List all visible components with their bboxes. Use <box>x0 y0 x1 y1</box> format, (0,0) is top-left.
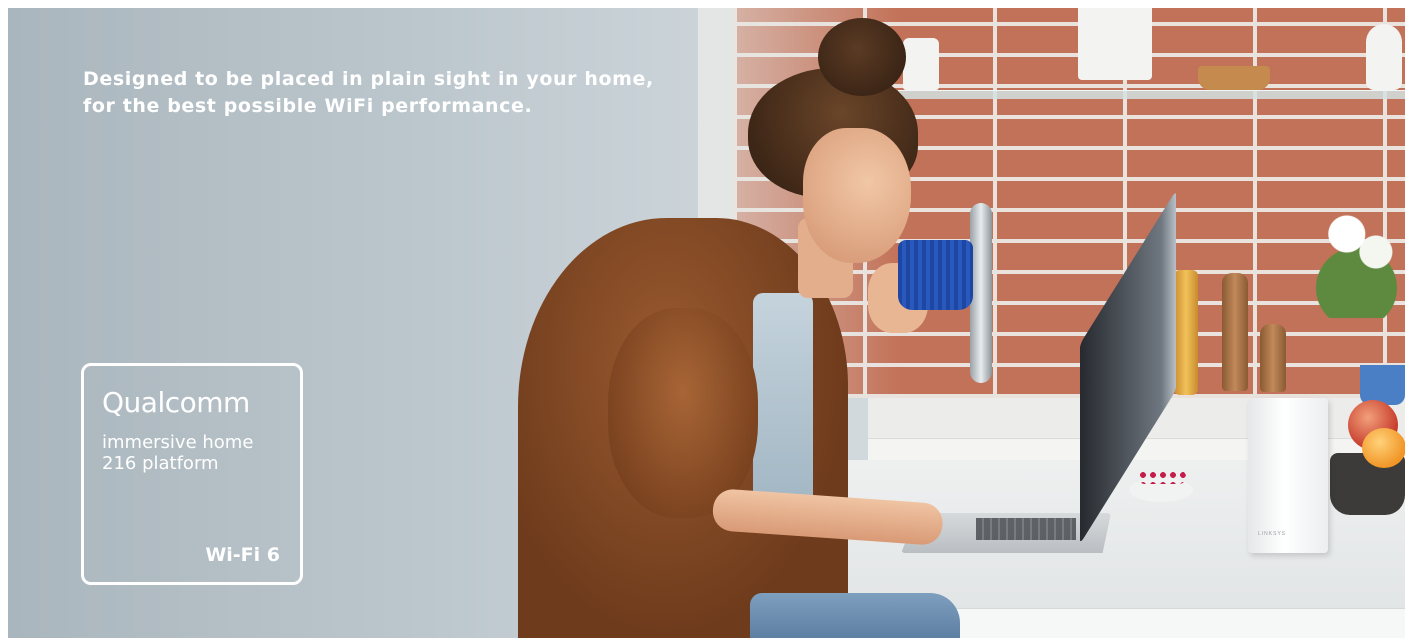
flower-vase <box>1308 198 1405 318</box>
tagline-line-2: for the best possible WiFi performance. <box>83 95 533 117</box>
salt-mill <box>1260 324 1286 392</box>
badge-line-1: immersive home <box>102 432 254 453</box>
tagline-line-1: Designed to be placed in plain sight in … <box>83 68 654 90</box>
hero-tagline: Designed to be placed in plain sight in … <box>83 66 703 120</box>
shirt <box>753 293 813 523</box>
wifi-6-label: Wi-Fi 6 <box>205 544 280 566</box>
shelf-lamp <box>1078 8 1152 80</box>
mesh-router <box>1248 398 1328 553</box>
sleeve <box>608 308 758 518</box>
qualcomm-platform-badge: Qualcomm immersive home 216 platform Wi-… <box>81 363 303 585</box>
oil-bottle <box>1174 270 1198 395</box>
laptop-keyboard <box>976 518 1076 540</box>
blue-cup <box>1360 365 1405 405</box>
shelf-vase <box>1366 24 1402 90</box>
jeans <box>750 593 960 638</box>
orange <box>1362 428 1405 468</box>
router-brand-label: LINKSYS <box>1258 531 1287 537</box>
badge-line-2: 216 platform <box>102 453 219 474</box>
shelf-jar <box>903 38 939 90</box>
hero-banner: LINKSYS Designed to be placed in plain s… <box>8 8 1405 638</box>
berries <box>1138 470 1186 484</box>
blue-mug <box>898 240 973 310</box>
hair-bun <box>818 18 906 96</box>
pepper-mill <box>1222 273 1248 391</box>
shelf-bowl <box>1198 66 1270 90</box>
glass-shelf <box>898 90 1405 99</box>
qualcomm-logo: Qualcomm <box>102 386 250 419</box>
kitchen-tap <box>970 203 992 383</box>
face <box>803 128 911 263</box>
